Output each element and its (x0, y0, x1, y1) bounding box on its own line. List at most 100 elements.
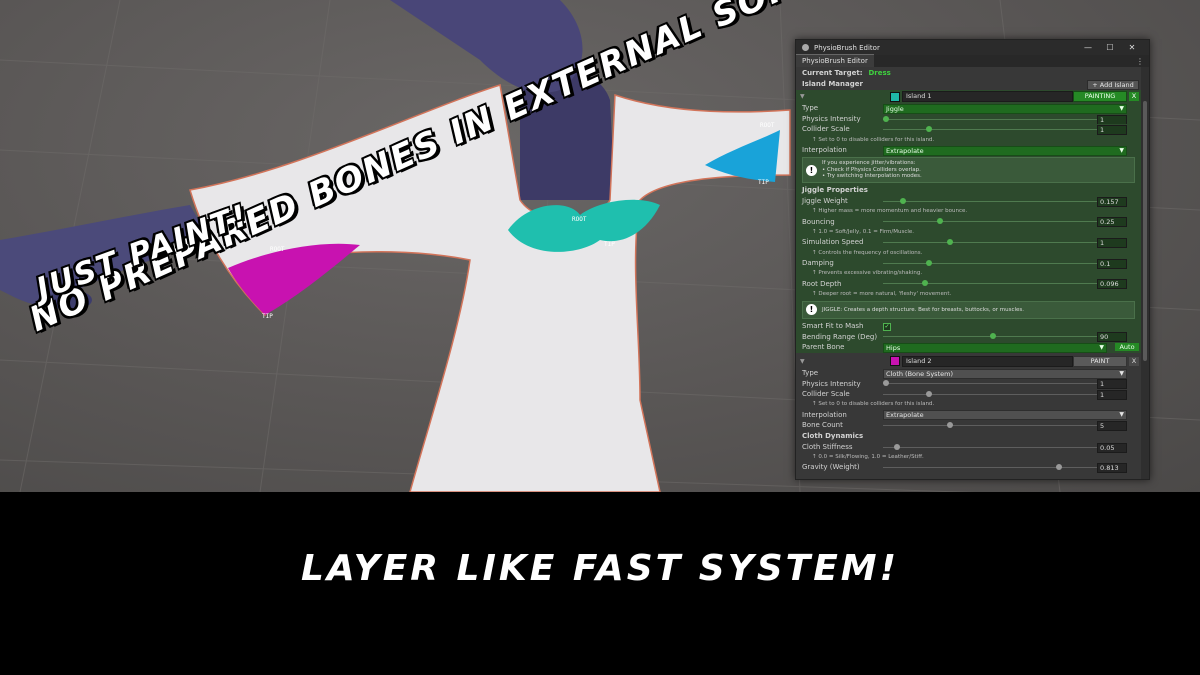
gravity-slider[interactable]: 0.813 (883, 462, 1127, 474)
more-menu-icon[interactable]: ⋮ (1136, 57, 1144, 67)
collider-scale-label: Collider Scale (802, 390, 850, 399)
type-row: Type Jiggle ▼ (796, 103, 1141, 114)
root-depth-row: Root Depth 0.096 (796, 278, 1141, 290)
bouncing-value[interactable]: 0.25 (1097, 217, 1127, 228)
island-2-name-field[interactable]: Island 2 (902, 355, 1073, 367)
tip-marker-magenta: TIP (262, 313, 273, 320)
bending-range-slider[interactable]: 90 (883, 331, 1127, 343)
physics-intensity-label: Physics Intensity (802, 114, 861, 123)
bouncing-label: Bouncing (802, 217, 835, 226)
simulation-speed-slider[interactable]: 1 (883, 237, 1127, 249)
dropdown-arrow-icon: ▼ (1119, 146, 1124, 154)
physics-intensity-slider[interactable]: 1 (883, 378, 1127, 390)
help-box-jitter: ! If you experience jitter/vibrations: •… (802, 157, 1135, 183)
titlebar[interactable]: PhysioBrush Editor — ☐ ✕ (796, 40, 1149, 55)
slider-knob[interactable] (990, 333, 996, 340)
simulation-speed-value[interactable]: 1 (1097, 238, 1127, 249)
cloth-stiffness-slider[interactable]: 0.05 (883, 442, 1127, 453)
island-manager-row: Island Manager + Add Island (796, 78, 1141, 90)
collider-scale-value[interactable]: 1 (1097, 389, 1127, 400)
bone-count-row: Bone Count 5 (796, 420, 1141, 431)
collider-scale-row: Collider Scale 1 (796, 389, 1141, 400)
slider-knob[interactable] (921, 280, 928, 287)
physics-intensity-value[interactable]: 1 (1097, 114, 1127, 125)
gravity-value[interactable]: 0.813 (1097, 463, 1127, 474)
physiobrush-editor-window[interactable]: PhysioBrush Editor — ☐ ✕ PhysioBrush Edi… (795, 39, 1150, 480)
collider-scale-value[interactable]: 1 (1097, 125, 1127, 136)
jiggle-weight-value[interactable]: 0.157 (1097, 196, 1127, 207)
close-button[interactable]: ✕ (1121, 43, 1143, 52)
collider-scale-slider[interactable]: 1 (883, 389, 1127, 400)
physics-intensity-slider[interactable]: 1 (883, 114, 1127, 125)
jiggle-weight-hint: ↑ Higher mass = more momentum and heavie… (796, 206, 1141, 217)
help-box-1-wrap: ! If you experience jitter/vibrations: •… (796, 155, 1141, 185)
slider-knob[interactable] (925, 126, 932, 133)
island-2-color-swatch[interactable] (890, 356, 900, 367)
island-1-remove-button[interactable]: X (1129, 92, 1139, 101)
root-marker-magenta: ROOT (270, 246, 285, 253)
smart-fit-row: Smart Fit to Mash ✓ (796, 320, 1141, 332)
slider-knob[interactable] (925, 259, 932, 266)
slider-knob[interactable] (947, 239, 954, 246)
slider-knob[interactable] (1056, 464, 1063, 471)
island-2-paint-button[interactable]: PAINT (1073, 355, 1127, 367)
bone-count-value[interactable]: 5 (1097, 421, 1127, 431)
maximize-button[interactable]: ☐ (1099, 43, 1121, 52)
interpolation-label: Interpolation (802, 410, 847, 419)
root-depth-slider[interactable]: 0.096 (883, 278, 1127, 290)
root-depth-value[interactable]: 0.096 (1097, 279, 1127, 290)
interpolation-dropdown-value: Extrapolate (886, 146, 924, 155)
slider-knob[interactable] (893, 443, 900, 450)
current-target-label: Current Target: (802, 68, 863, 77)
slider-knob[interactable] (883, 380, 889, 387)
type-dropdown[interactable]: Cloth (Bone System) ▼ (883, 368, 1127, 379)
damping-slider[interactable]: 0.1 (883, 258, 1127, 269)
simulation-speed-label: Simulation Speed (802, 238, 864, 247)
tab-physiobrush-editor[interactable]: PhysioBrush Editor (796, 54, 874, 67)
scrollbar-thumb[interactable] (1143, 101, 1147, 361)
slider-knob[interactable] (900, 197, 907, 204)
editor-content[interactable]: Current Target: Dress Island Manager + A… (796, 67, 1141, 479)
island-1-paint-button[interactable]: PAINTING (1073, 91, 1127, 102)
bending-range-row: Bending Range (Deg) 90 (796, 331, 1141, 343)
bone-count-slider[interactable]: 5 (883, 420, 1127, 431)
bouncing-slider[interactable]: 0.25 (883, 216, 1127, 228)
gravity-label: Gravity (Weight) (802, 463, 860, 472)
window-title: PhysioBrush Editor (814, 43, 880, 52)
minimize-button[interactable]: — (1077, 43, 1099, 52)
current-target-value: Dress (868, 68, 891, 77)
type-dropdown[interactable]: Jiggle ▼ (883, 104, 1127, 114)
type-row: Type Cloth (Bone System) ▼ (796, 368, 1141, 379)
cloth-stiffness-label: Cloth Stiffness (802, 442, 853, 451)
editor-scrollbar[interactable] (1141, 67, 1149, 479)
collider-hint: ↑ Set to 0 to disable colliders for this… (812, 401, 935, 408)
root-marker-blue: ROOT (760, 122, 775, 129)
teal-island (508, 199, 660, 252)
island-2-panel: ▼ Island 2 PAINT X Type Cloth (Bone Syst… (796, 355, 1141, 474)
parent-bone-dropdown[interactable]: Hips ▼ (883, 343, 1107, 354)
slider-knob[interactable] (947, 422, 954, 428)
slider-knob[interactable] (925, 390, 932, 397)
scene-viewport[interactable]: ROOT TIP ROOT TIP ROOT TIP No prepared b… (0, 0, 1200, 492)
slider-knob[interactable] (936, 218, 943, 225)
damping-value[interactable]: 0.1 (1097, 258, 1127, 269)
interpolation-dropdown[interactable]: Extrapolate ▼ (883, 410, 1127, 421)
interpolation-dropdown[interactable]: Extrapolate ▼ (883, 145, 1127, 156)
fold-arrow-icon[interactable]: ▼ (800, 93, 810, 100)
collider-scale-slider[interactable]: 1 (883, 124, 1127, 136)
simulation-speed-row: Simulation Speed 1 (796, 237, 1141, 249)
add-island-button[interactable]: + Add Island (1087, 80, 1139, 90)
island-1-color-swatch[interactable] (890, 91, 900, 102)
auto-button[interactable]: Auto (1115, 343, 1139, 352)
island-1-name-field[interactable]: Island 1 (902, 91, 1073, 102)
bending-range-value[interactable]: 90 (1097, 332, 1127, 343)
island-2-remove-button[interactable]: X (1129, 356, 1139, 366)
physics-intensity-value[interactable]: 1 (1097, 379, 1127, 390)
root-depth-hint: ↑ Deeper root = more natural, 'fleshy' m… (796, 288, 1141, 299)
cloth-stiffness-value[interactable]: 0.05 (1097, 442, 1127, 453)
parent-bone-value: Hips (886, 344, 901, 353)
fold-arrow-icon[interactable]: ▼ (800, 358, 810, 365)
smart-fit-checkbox[interactable]: ✓ (883, 322, 891, 331)
jiggle-weight-slider[interactable]: 0.157 (883, 196, 1127, 207)
slider-knob[interactable] (883, 115, 889, 122)
